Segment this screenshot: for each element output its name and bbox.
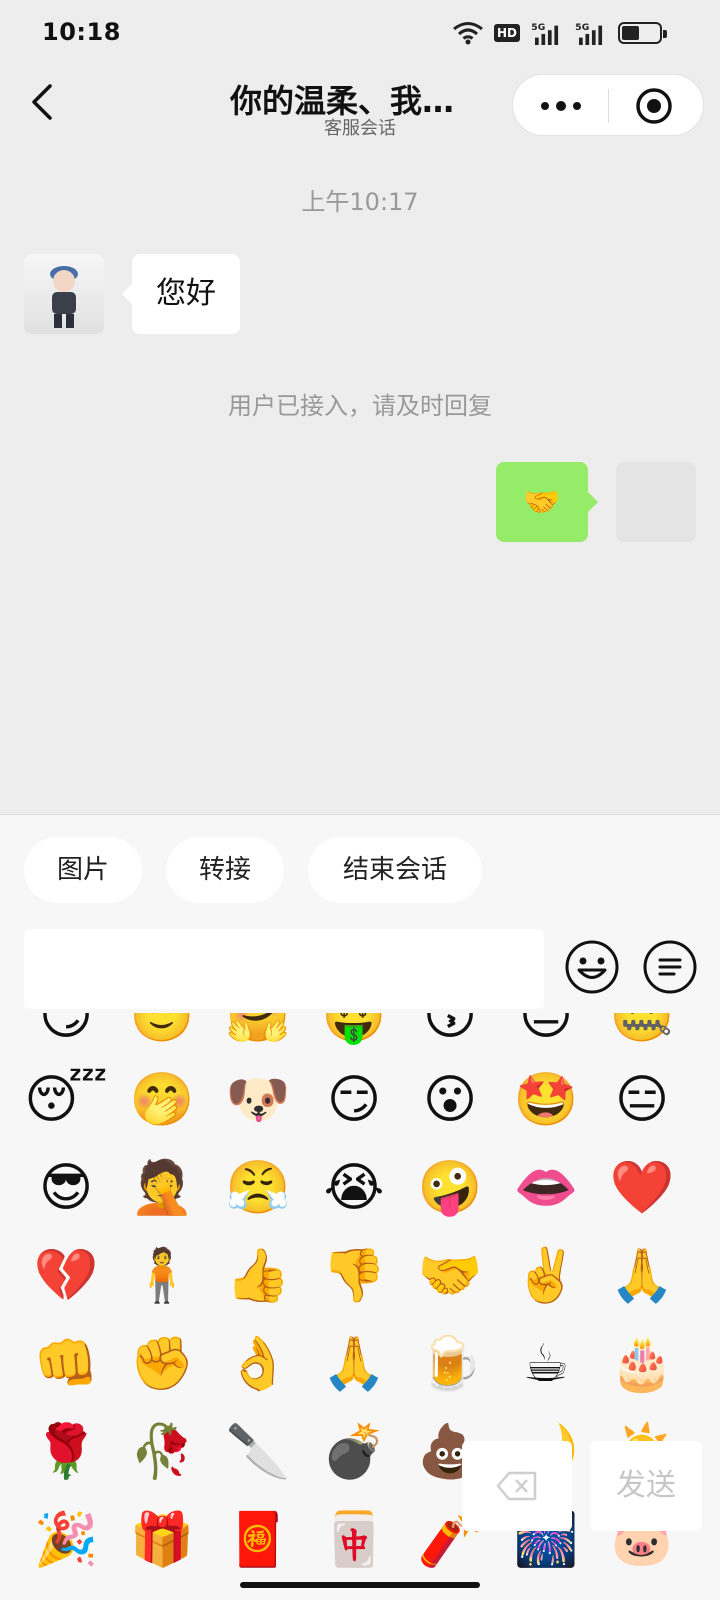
battery-fill (622, 26, 639, 40)
emoji-item[interactable]: ✌️ (498, 1231, 594, 1321)
close-target-button[interactable] (635, 87, 673, 125)
emoji-item[interactable]: 🔪 (210, 1407, 306, 1497)
emoji-icon[interactable] (564, 939, 620, 995)
emoji-item[interactable]: 💔 (18, 1231, 114, 1321)
hd-badge: HD (493, 24, 520, 42)
send-button[interactable]: 发送 (590, 1441, 702, 1531)
back-button[interactable] (24, 78, 60, 126)
emoji-item[interactable]: 🎉 (18, 1495, 114, 1583)
emoji-item[interactable]: ✊ (114, 1319, 210, 1409)
emoji-item[interactable]: 🤪 (402, 1143, 498, 1233)
emoji-item[interactable]: 🤐 (594, 1013, 690, 1061)
emoji-item[interactable]: 🤑 (306, 1013, 402, 1061)
emoji-item[interactable]: 🎂 (594, 1319, 690, 1409)
emoji-item[interactable]: 😎 (18, 1143, 114, 1233)
emoji-item[interactable]: 😐 (498, 1013, 594, 1061)
emoji-item[interactable]: 😤 (210, 1143, 306, 1233)
message-bubble-incoming[interactable]: 您好 (122, 254, 240, 334)
emoji-item[interactable]: 🤝 (402, 1231, 498, 1321)
emoji-item[interactable]: 💣 (306, 1407, 402, 1497)
signal-1-label: 5G (531, 22, 545, 33)
emoji-item[interactable]: 👊 (18, 1319, 114, 1409)
emoji-item[interactable]: 🌹 (18, 1407, 114, 1497)
emoji-item[interactable]: 🙏 (306, 1319, 402, 1409)
battery-icon (618, 22, 667, 44)
signal-icon: 5G (575, 22, 603, 45)
emoji-item[interactable]: 🍺 (402, 1319, 498, 1409)
emoji-item[interactable]: 👍 (210, 1231, 306, 1321)
nav-bar: 你的温柔、我… 客服会话 (0, 64, 720, 152)
home-indicator[interactable] (240, 1582, 480, 1588)
emoji-item[interactable]: 😏 (18, 1013, 114, 1061)
end-session-button[interactable]: 结束会话 (308, 837, 482, 903)
message-bubble-outgoing[interactable]: 🤝 (496, 462, 598, 542)
emoji-item[interactable]: 🎁 (114, 1495, 210, 1583)
emoji-item[interactable]: 😮 (402, 1055, 498, 1145)
emoji-item[interactable]: 🤗 (210, 1013, 306, 1061)
mini-program-capsule (512, 74, 704, 136)
emoji-item[interactable]: 🙂 (114, 1013, 210, 1061)
emoji-item[interactable]: 😙 (402, 1013, 498, 1061)
emoji-item[interactable]: 😴 (18, 1055, 114, 1145)
page-subtitle: 客服会话 (324, 118, 396, 139)
image-button[interactable]: 图片 (24, 837, 142, 903)
emoji-item[interactable]: 🙏 (594, 1231, 690, 1321)
emoji-item[interactable]: 👎 (306, 1231, 402, 1321)
user-figure-icon (50, 266, 78, 328)
transfer-button[interactable]: 转接 (166, 837, 284, 903)
backspace-icon (496, 1471, 537, 1501)
emoji-item[interactable]: 🥀 (114, 1407, 210, 1497)
chat-area[interactable]: 上午10:17 您好 用户已接入，请及时回复 🤝 (0, 152, 720, 814)
menu-icon[interactable] (642, 939, 698, 995)
emoji-item[interactable]: 🤩 (498, 1055, 594, 1145)
chat-timestamp: 上午10:17 (301, 188, 419, 216)
emoji-item[interactable]: ☕ (498, 1319, 594, 1409)
delete-button[interactable] (462, 1441, 572, 1531)
status-bar: 10:18 HD 5G 5G (0, 0, 720, 64)
emoji-item[interactable]: 👄 (498, 1143, 594, 1233)
emoji-item[interactable]: 🀄 (306, 1495, 402, 1583)
signal-icon: 5G (531, 22, 559, 45)
input-panel: 图片 转接 结束会话 😏 🙂 🤗 🤑 😙 😐 🤐 😴 🤭 🐶 😏 😮 🤩 😑 😎 🤦 😤 😭 🤪 👄 ❤️ 💔 🧍 👍 👎 🤝 ✌️… (0, 814, 720, 1600)
emoji-item[interactable]: 👌 (210, 1319, 306, 1409)
emoji-item[interactable]: 🤭 (114, 1055, 210, 1145)
system-notice: 用户已接入，请及时回复 (228, 392, 492, 420)
emoji-item[interactable]: 🧧 (210, 1495, 306, 1583)
emoji-item[interactable]: 🤦 (114, 1143, 210, 1233)
emoji-item[interactable]: 🧍 (114, 1231, 210, 1321)
emoji-item[interactable]: 😭 (306, 1143, 402, 1233)
avatar[interactable] (24, 254, 104, 334)
emoji-item[interactable]: ❤️ (594, 1143, 690, 1233)
status-icons: HD 5G 5G (452, 20, 667, 46)
emoji-item[interactable]: 😑 (594, 1055, 690, 1145)
message-input[interactable] (24, 929, 544, 1009)
signal-2-label: 5G (575, 22, 589, 33)
wifi-icon (453, 22, 483, 45)
emoji-item[interactable]: 😏 (306, 1055, 402, 1145)
more-button[interactable] (513, 75, 609, 137)
emoji-item[interactable]: 🐶 (210, 1055, 306, 1145)
status-time: 10:18 (42, 18, 121, 46)
avatar[interactable] (616, 462, 696, 542)
